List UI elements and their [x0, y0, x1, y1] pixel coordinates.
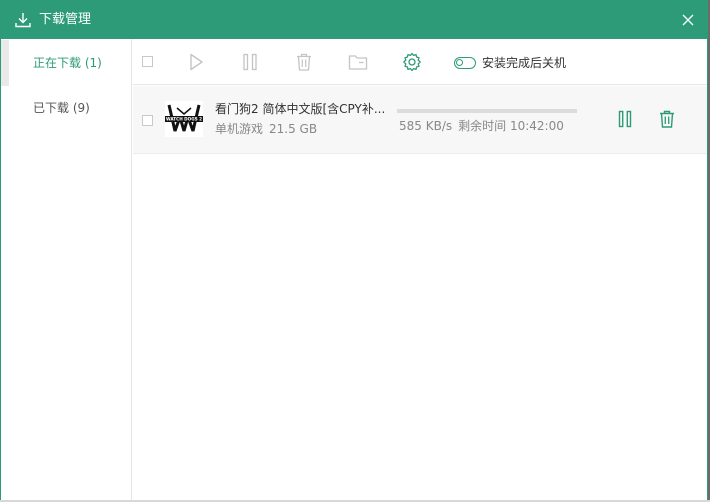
item-checkbox[interactable]	[142, 115, 153, 126]
sidebar-item-downloading[interactable]: 正在下载 (1)	[1, 40, 131, 86]
download-status: 585 KB/s 剩余时间 10:42:00	[399, 118, 564, 134]
toggle-knob	[456, 59, 463, 66]
sidebar-item-downloaded[interactable]: 已下载 (9)	[1, 85, 131, 131]
shutdown-toggle-label: 安装完成后关机	[482, 56, 567, 70]
gear-icon[interactable]	[401, 51, 423, 73]
sidebar-item-label: 正在下载 (1)	[33, 56, 102, 70]
sidebar: 正在下载 (1) 已下载 (9)	[1, 39, 132, 501]
download-size: 21.5 GB	[269, 122, 318, 136]
download-remaining: 剩余时间 10:42:00	[458, 119, 564, 133]
folder-icon[interactable]	[347, 51, 369, 73]
window-title: 下载管理	[39, 12, 92, 27]
close-icon[interactable]	[677, 9, 699, 31]
list-item[interactable]: WATCH DOGS 2 看门狗2 简体中文版[含CPY补... 单机游戏 21.…	[133, 86, 707, 154]
download-meta: 单机游戏 21.5 GB	[215, 121, 317, 137]
trash-icon[interactable]	[656, 108, 678, 130]
select-all-checkbox[interactable]	[142, 56, 153, 67]
game-icon: WATCH DOGS 2	[165, 101, 203, 137]
download-name: 看门狗2 简体中文版[含CPY补...	[215, 102, 386, 116]
shutdown-toggle[interactable]	[454, 57, 476, 69]
title-bar[interactable]: 下载管理	[1, 1, 707, 39]
download-list: WATCH DOGS 2 看门狗2 简体中文版[含CPY补... 单机游戏 21.…	[133, 86, 707, 501]
game-icon-text: WATCH DOGS 2	[166, 117, 202, 122]
progress-bar	[397, 109, 577, 113]
pause-icon[interactable]	[614, 108, 636, 130]
download-speed: 585 KB/s	[399, 119, 453, 133]
trash-icon[interactable]	[293, 51, 315, 73]
toolbar: 安装完成后关机	[133, 39, 707, 85]
pause-icon[interactable]	[239, 51, 261, 73]
download-icon	[15, 13, 31, 28]
download-category: 单机游戏	[215, 122, 264, 136]
download-manager-window: 下载管理 正在下载 (1) 已下载 (9) 安装完成后关机 WATCH DOGS…	[0, 0, 708, 502]
sidebar-item-label: 已下载 (9)	[33, 101, 90, 115]
play-icon[interactable]	[185, 51, 207, 73]
